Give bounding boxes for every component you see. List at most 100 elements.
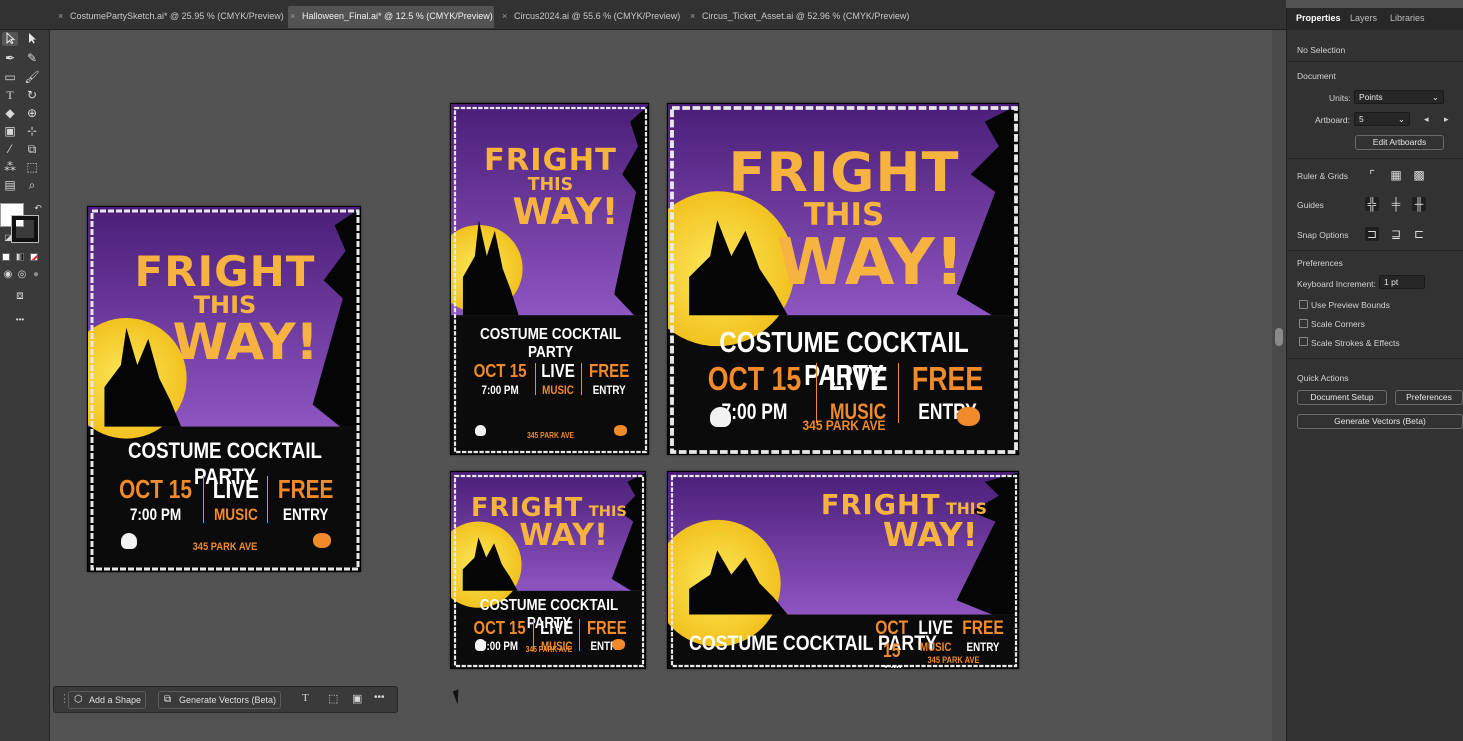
detail-divider [534,362,536,395]
detail-divider [816,362,818,423]
grid-icon[interactable]: ▦ [1389,168,1403,182]
poster-music: MUSIC [542,382,575,397]
snap-to-point-icon[interactable]: ⊐ [1365,227,1379,241]
preferences-button[interactable]: Preferences [1395,390,1463,405]
poster-time: 7:00 PM [873,663,909,668]
poster-date: OCT 15 [473,360,527,382]
scale-corners-checkbox[interactable] [1299,319,1308,328]
symbol-sprayer-tool-icon[interactable]: ⁂ [2,160,18,174]
smart-guides-icon[interactable]: ╫ [1412,197,1426,211]
ruler-icon[interactable]: ⌜ [1365,168,1379,182]
selection-tool-icon[interactable] [2,31,18,46]
tab-halloween-final[interactable]: × Halloween_Final.ai* @ 12.5 % (CMYK/Prev… [288,6,494,28]
music-block: LIVE MUSIC [537,361,579,397]
type-tool-icon[interactable]: T [2,88,18,102]
canvas-area[interactable]: FRIGHT THIS WAY! COSTUME COCKTAIL PARTY … [50,30,1272,741]
artboard-5[interactable]: FRIGHT THIS WAY! COSTUME COCKTAIL PARTY … [667,471,1019,669]
date-block: OCT 157:00 PM [110,474,201,525]
previous-artboard-icon[interactable]: ◂ [1424,114,1429,125]
close-tab-icon[interactable]: × [58,6,63,26]
none-mode-icon[interactable] [30,253,38,261]
poster-title: FRIGHT THIS WAY! [471,495,628,554]
generate-vectors-panel-button[interactable]: Generate Vectors (Beta) [1297,414,1463,429]
artboard-2[interactable]: FRIGHT THIS WAY! COSTUME COCKTAIL PARTY … [450,103,649,455]
keyboard-increment-input[interactable]: 1 pt [1379,275,1425,289]
mesh-tool-icon[interactable]: ⊹ [24,124,40,138]
screen-mode-icon[interactable]: ⧈ [12,288,28,302]
default-fill-stroke-icon[interactable]: ◪ [0,231,16,245]
close-tab-icon[interactable]: × [502,6,507,26]
artboard-select[interactable]: 5 ⌄ [1354,112,1410,126]
title-way: WAY! [512,190,619,234]
eraser-tool-icon[interactable]: ◆ [2,106,18,120]
transparency-grid-icon[interactable]: ▩ [1412,168,1426,182]
lock-guides-icon[interactable]: ╪ [1389,197,1403,211]
close-tab-icon[interactable]: × [290,6,295,26]
artboard-1[interactable]: FRIGHT THIS WAY! COSTUME COCKTAIL PARTY … [87,206,361,572]
scroll-thumb[interactable] [1275,328,1283,346]
next-artboard-icon[interactable]: ▸ [1444,114,1449,125]
tab-circus2024[interactable]: × Circus2024.ai @ 55.6 % (CMYK/Preview) [500,6,680,28]
poster-subtitle: COSTUME COCKTAIL PARTY [479,325,622,361]
more-tools-icon[interactable]: ••• [10,313,30,327]
detail-divider [581,362,583,395]
units-select[interactable]: Points ⌄ [1354,90,1444,104]
chevron-down-icon: ⌄ [1397,114,1405,124]
graph-tool-icon[interactable]: ▤ [2,178,18,192]
title-this: THIS [946,499,987,518]
poster-live: LIVE [541,360,576,382]
tab-costume-party-sketch[interactable]: × CostumePartySketch.ai* @ 25.95 % (CMYK/… [56,6,284,28]
direct-selection-tool-icon[interactable] [24,32,40,46]
add-shape-button[interactable]: ⬡ Add a Shape [68,691,147,709]
title-way: WAY! [776,225,964,301]
scale-strokes-checkbox[interactable] [1299,337,1308,346]
edit-artboards-button[interactable]: Edit Artboards [1355,135,1444,150]
image-icon[interactable]: ▣ [352,692,362,705]
tab-libraries[interactable]: Libraries [1390,13,1425,23]
pen-tool-icon[interactable]: ✒ [2,51,18,65]
detail-divider [267,476,269,524]
show-guides-icon[interactable]: ╬ [1365,197,1379,211]
shape-builder-tool-icon[interactable]: ⊕ [24,106,40,120]
snap-options-heading: Snap Options [1297,230,1349,240]
generate-vectors-button[interactable]: ⧉ Generate Vectors (Beta) [158,691,282,709]
snap-to-pixel-icon[interactable]: ⊒ [1389,227,1403,241]
artboard-3[interactable]: FRIGHT THIS WAY! COSTUME COCKTAIL PARTY … [667,103,1019,455]
snap-to-glyph-icon[interactable]: ⊏ [1412,227,1426,241]
tab-properties[interactable]: Properties [1296,13,1341,23]
gradient-tool-icon[interactable]: ▣ [2,124,18,138]
gradient-mode-icon[interactable] [16,253,24,261]
poster-details: OCT 157:00 PM LIVEMUSIC FREEENTRY [696,361,992,425]
document-setup-button[interactable]: Document Setup [1297,390,1387,405]
color-mode-icon[interactable] [2,253,10,261]
rotate-tool-icon[interactable]: ↻ [24,88,40,102]
artboard-tool-icon[interactable]: ⬚ [24,160,40,174]
artboard-icon[interactable]: ⬚ [328,692,338,705]
artboard-label: Artboard: [1315,115,1350,125]
contextual-task-bar: ⋮ ⬡ Add a Shape ⧉ Generate Vectors (Beta) … [53,686,398,713]
more-options-icon[interactable]: ••• [374,692,385,703]
curvature-tool-icon[interactable]: ✎ [24,51,40,65]
tools-panel: ✒ ✎ ▭ 🖌 T ↻ ◆ ⊕ ▣ ⊹ ⁄ ⧉ ⁂ ⬚ ▤ ⌕ ↶ ◪ ◉ ◎ … [0,30,50,741]
rectangle-tool-icon[interactable]: ▭ [2,70,18,84]
vertical-scrollbar[interactable] [1272,30,1286,741]
tab-layers[interactable]: Layers [1350,13,1377,23]
poster-address: 345 PARK AVE [526,431,575,441]
blend-tool-icon[interactable]: ⧉ [24,142,40,156]
scale-corners-label: Scale Corners [1311,319,1365,329]
paintbrush-tool-icon[interactable]: 🖌 [24,70,40,84]
tab-circus-ticket-asset[interactable]: × Circus_Ticket_Asset.ai @ 52.96 % (CMYK/… [688,6,918,28]
zoom-tool-icon[interactable]: ⌕ [24,178,40,192]
poster-address: 345 PARK AVE [525,645,573,655]
use-preview-bounds-checkbox[interactable] [1299,300,1308,309]
eyedropper-tool-icon[interactable]: ⁄ [2,142,18,156]
artboard-4[interactable]: FRIGHT THIS WAY! COSTUME COCKTAIL PARTY … [450,471,646,669]
title-way: WAY! [519,518,608,554]
close-tab-icon[interactable]: × [690,6,695,26]
type-icon[interactable]: T [302,692,309,704]
draw-inside-icon[interactable]: ● [28,268,44,282]
document-tab-bar: × CostumePartySketch.ai* @ 25.95 % (CMYK/… [0,0,1286,30]
poster-details: OCT 157:00 PM LIVEMUSIC FREEENTRY [467,361,634,397]
swap-fill-stroke-icon[interactable]: ↶ [30,201,46,215]
poster-time: 7:00 PM [481,382,519,397]
